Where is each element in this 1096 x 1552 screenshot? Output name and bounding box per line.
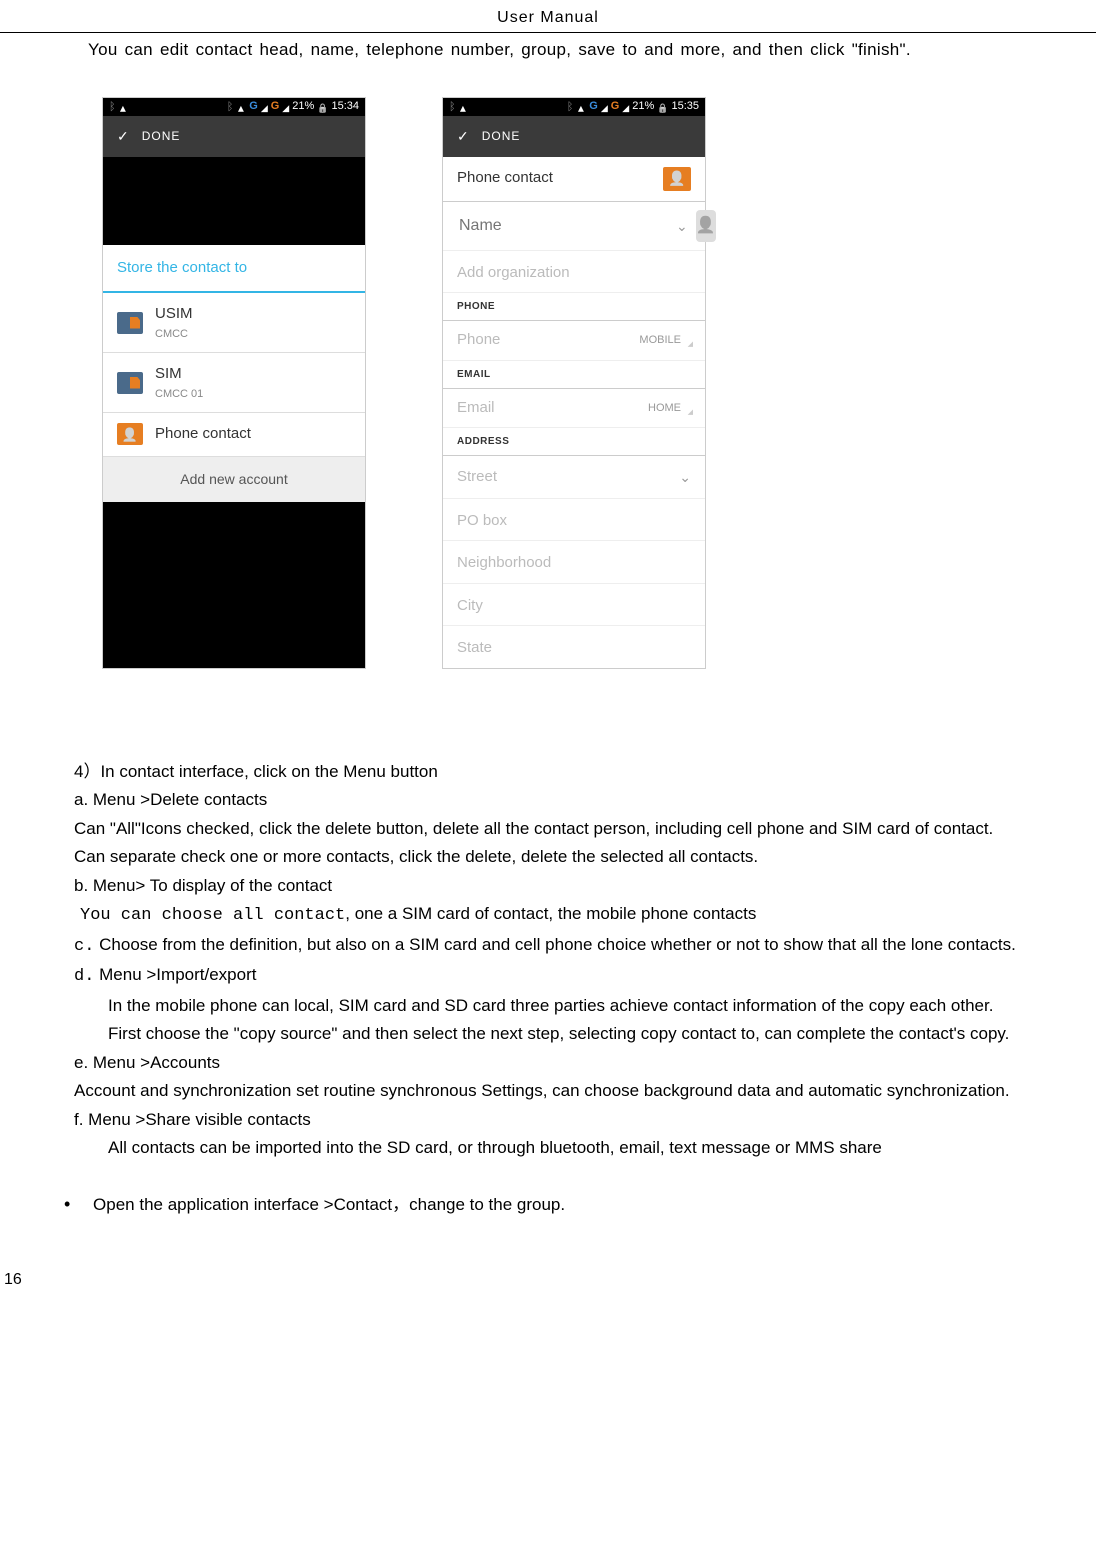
item-a-text2: Can separate check one or more contacts,… xyxy=(74,844,1074,870)
dialog-item-phone-contact[interactable]: Phone contact xyxy=(103,413,365,457)
pobox-field-row[interactable]: PO box xyxy=(443,499,705,542)
done-bar[interactable]: DONE xyxy=(443,116,705,157)
photo-placeholder-icon[interactable] xyxy=(696,210,716,242)
item-c: c. Choose from the definition, but also … xyxy=(74,932,1074,960)
status-bar: G G 21% 15:35 xyxy=(443,98,705,116)
lock-icon xyxy=(657,98,668,116)
neighborhood-field-row[interactable]: Neighborhood xyxy=(443,541,705,584)
add-organization-row[interactable]: Add organization xyxy=(443,251,705,294)
store-contact-dialog: Store the contact to USIM CMCC SIM CMCC … xyxy=(103,245,365,502)
battery-text: 21% xyxy=(632,98,654,115)
screenshot-left: G G 21% 15:34 DONE Store the contact to xyxy=(102,97,366,669)
email-field-row[interactable]: Email HOME xyxy=(443,389,705,429)
dialog-item-usim[interactable]: USIM CMCC xyxy=(103,293,365,353)
contact-type-selector[interactable]: Phone contact xyxy=(443,157,705,202)
contact-avatar-icon xyxy=(663,167,691,191)
signal-icon-2 xyxy=(282,98,289,116)
wifi-icon xyxy=(236,98,246,116)
email-placeholder: Email xyxy=(457,397,495,420)
street-field-row[interactable]: Street xyxy=(443,456,705,499)
check-icon xyxy=(117,126,130,147)
item-b: b. Menu> To display of the contact xyxy=(74,873,1074,899)
check-icon xyxy=(457,126,470,147)
item-f-text: All contacts can be imported into the SD… xyxy=(108,1135,1074,1161)
dialog-title: Store the contact to xyxy=(103,245,365,294)
contact-icon xyxy=(117,423,143,445)
signal-icon xyxy=(601,98,608,116)
battery-text: 21% xyxy=(292,98,314,115)
city-field-row[interactable]: City xyxy=(443,584,705,627)
lock-icon xyxy=(317,98,328,116)
item-f-label: f. Menu >Share visible contacts xyxy=(74,1107,1074,1133)
neighborhood-placeholder: Neighborhood xyxy=(457,554,551,571)
wifi-icon xyxy=(458,98,468,116)
signal-icon xyxy=(261,98,268,116)
phone-type-selector[interactable]: MOBILE xyxy=(639,332,691,349)
item-d-label: d. Menu >Import/export xyxy=(74,962,1074,990)
sim-icon xyxy=(117,372,143,394)
done-bar[interactable]: DONE xyxy=(103,116,365,157)
body-text: 4）In contact interface, click on the Men… xyxy=(22,759,1074,842)
city-placeholder: City xyxy=(457,597,483,614)
time-text: 15:34 xyxy=(331,98,359,115)
intro-text: You can edit contact head, name, telepho… xyxy=(88,37,1074,63)
wifi-icon xyxy=(118,98,128,116)
item-d-text2: First choose the "copy source" and then … xyxy=(108,1021,1074,1047)
bluetooth-icon xyxy=(109,97,116,116)
sim-icon xyxy=(117,312,143,334)
screenshot-right: G G 21% 15:35 DONE Phone contact xyxy=(442,97,706,669)
add-org-label: Add organization xyxy=(457,264,570,281)
time-text: 15:35 xyxy=(671,98,699,115)
item-a-label: a. Menu >Delete contacts xyxy=(74,787,1074,813)
item-e-label: e. Menu >Accounts xyxy=(74,1050,1074,1076)
wifi-icon xyxy=(576,98,586,116)
point-4: 4）In contact interface, click on the Men… xyxy=(74,759,1074,785)
contact-type-label: Phone contact xyxy=(457,167,553,190)
phone-placeholder: Phone xyxy=(457,329,500,352)
pobox-placeholder: PO box xyxy=(457,512,507,529)
item-b-text1: You can choose all contact, one a SIM ca… xyxy=(80,901,1074,929)
item-sub: CMCC xyxy=(155,326,193,343)
bluetooth-icon xyxy=(567,97,574,116)
dialog-item-sim[interactable]: SIM CMCC 01 xyxy=(103,353,365,413)
bluetooth-icon xyxy=(227,97,234,116)
state-placeholder: State xyxy=(457,639,492,656)
item-label: Phone contact xyxy=(155,423,251,446)
item-e-text: Account and synchronization set routine … xyxy=(22,1078,1096,1104)
network-g-icon: G xyxy=(249,98,258,115)
chevron-down-icon[interactable] xyxy=(676,213,688,239)
email-type-selector[interactable]: HOME xyxy=(648,400,691,417)
done-label: DONE xyxy=(142,127,181,145)
network-g-orange-icon: G xyxy=(271,98,280,115)
network-g-icon: G xyxy=(589,98,598,115)
bluetooth-icon xyxy=(449,97,456,116)
network-g-orange-icon: G xyxy=(611,98,620,115)
status-bar: G G 21% 15:34 xyxy=(103,98,365,116)
address-section-label: ADDRESS xyxy=(443,428,705,456)
phone-section-label: PHONE xyxy=(443,293,705,321)
item-d-text1: In the mobile phone can local, SIM card … xyxy=(108,993,1074,1019)
name-input[interactable] xyxy=(457,216,668,236)
bullet-open-app: Open the application interface >Contact，… xyxy=(64,1191,1074,1218)
item-sub: CMCC 01 xyxy=(155,386,203,403)
phone-field-row[interactable]: Phone MOBILE xyxy=(443,321,705,361)
name-field-row[interactable] xyxy=(443,202,705,251)
signal-icon-2 xyxy=(622,98,629,116)
screenshots-row: G G 21% 15:34 DONE Store the contact to xyxy=(102,97,1074,669)
item-label: USIM xyxy=(155,303,193,326)
email-section-label: EMAIL xyxy=(443,361,705,389)
done-label: DONE xyxy=(482,127,521,145)
chevron-down-icon[interactable] xyxy=(679,464,691,490)
page-number: 16 xyxy=(4,1268,1096,1292)
street-placeholder: Street xyxy=(457,466,611,489)
page-header: User Manual xyxy=(0,0,1096,33)
add-account-button[interactable]: Add new account xyxy=(103,457,365,502)
state-field-row[interactable]: State xyxy=(443,626,705,668)
item-a-text1: Can "All"Icons checked, click the delete… xyxy=(74,816,1074,842)
item-label: SIM xyxy=(155,363,203,386)
